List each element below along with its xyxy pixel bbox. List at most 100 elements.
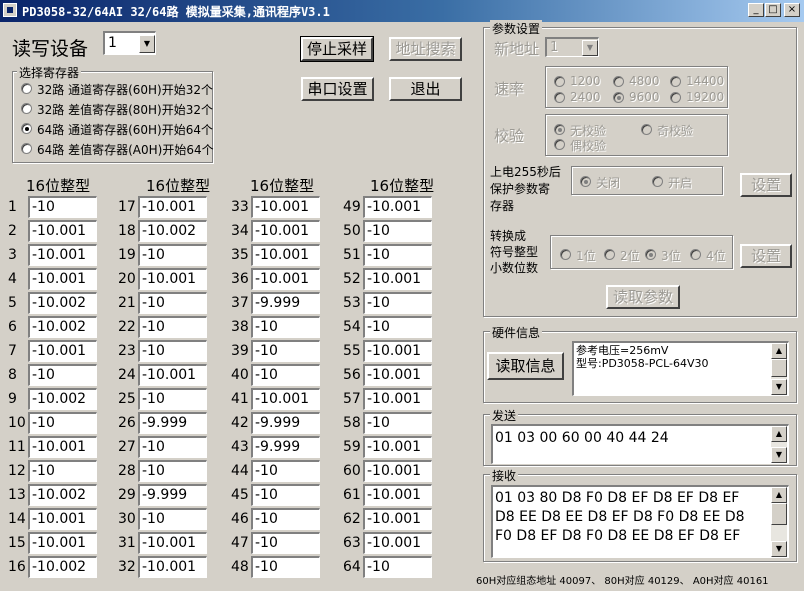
channel-value[interactable]: -9.999 bbox=[251, 412, 320, 434]
channel-value[interactable]: -10 bbox=[363, 244, 432, 266]
decimal-option-label[interactable]: 2位 bbox=[620, 247, 640, 264]
decimal-radio[interactable] bbox=[560, 249, 571, 260]
channel-value[interactable]: -10.001 bbox=[363, 364, 432, 386]
decimal-radio[interactable] bbox=[690, 249, 701, 260]
baud-option-label[interactable]: 14400 bbox=[686, 74, 724, 88]
channel-value[interactable]: -10.002 bbox=[28, 484, 97, 506]
channel-value[interactable]: -9.999 bbox=[251, 292, 320, 314]
channel-value[interactable]: -10 bbox=[28, 364, 97, 386]
register-radio[interactable] bbox=[21, 83, 32, 94]
channel-value[interactable]: -10.001 bbox=[251, 244, 320, 266]
receive-scrollbar[interactable]: ▲ ▼ bbox=[771, 487, 787, 557]
channel-value[interactable]: -9.999 bbox=[138, 412, 207, 434]
address-search-button[interactable]: 地址搜索 bbox=[389, 37, 462, 61]
channel-value[interactable]: -10.002 bbox=[138, 220, 207, 242]
new-address-select[interactable]: 1 ▼ bbox=[545, 37, 599, 57]
channel-value[interactable]: -10.001 bbox=[251, 220, 320, 242]
channel-value[interactable]: -10.002 bbox=[28, 388, 97, 410]
channel-value[interactable]: -10 bbox=[363, 412, 432, 434]
channel-value[interactable]: -10.001 bbox=[28, 220, 97, 242]
channel-value[interactable]: -10 bbox=[251, 460, 320, 482]
scroll-thumb[interactable] bbox=[771, 359, 787, 377]
channel-value[interactable]: -10 bbox=[138, 508, 207, 530]
check-option-label[interactable]: 偶校验 bbox=[570, 137, 606, 154]
channel-value[interactable]: -10 bbox=[251, 364, 320, 386]
channel-value[interactable]: -10 bbox=[363, 556, 432, 578]
baud-option-label[interactable]: 4800 bbox=[629, 74, 660, 88]
baud-option-label[interactable]: 1200 bbox=[570, 74, 601, 88]
protect-radio[interactable] bbox=[580, 176, 591, 187]
check-radio[interactable] bbox=[554, 124, 565, 135]
channel-value[interactable]: -10 bbox=[251, 484, 320, 506]
channel-value[interactable]: -10 bbox=[138, 388, 207, 410]
channel-value[interactable]: -10.001 bbox=[363, 484, 432, 506]
exit-button[interactable]: 退出 bbox=[389, 77, 462, 101]
baud-radio[interactable] bbox=[613, 92, 624, 103]
channel-value[interactable]: -10 bbox=[138, 340, 207, 362]
baud-radio[interactable] bbox=[670, 92, 681, 103]
app-icon[interactable] bbox=[3, 3, 17, 17]
decimal-set-button[interactable]: 设置 bbox=[740, 244, 792, 268]
chevron-down-icon[interactable]: ▼ bbox=[139, 35, 155, 53]
receive-box[interactable]: 01 03 80 D8 F0 D8 EF D8 EF D8 EF D8 EE D… bbox=[491, 485, 789, 558]
channel-value[interactable]: -10.001 bbox=[363, 340, 432, 362]
channel-value[interactable]: -10 bbox=[28, 412, 97, 434]
channel-value[interactable]: -10.002 bbox=[28, 556, 97, 578]
channel-value[interactable]: -10 bbox=[138, 244, 207, 266]
read-params-button[interactable]: 读取参数 bbox=[606, 285, 680, 309]
send-box[interactable]: 01 03 00 60 00 40 44 24 ▲ ▼ bbox=[491, 424, 789, 464]
channel-value[interactable]: -10 bbox=[251, 340, 320, 362]
protect-option-label[interactable]: 开启 bbox=[668, 174, 692, 191]
close-button[interactable]: × bbox=[784, 3, 800, 17]
baud-radio[interactable] bbox=[613, 76, 624, 87]
serial-settings-button[interactable]: 串口设置 bbox=[301, 77, 374, 101]
channel-value[interactable]: -10 bbox=[138, 436, 207, 458]
channel-value[interactable]: -9.999 bbox=[251, 436, 320, 458]
scroll-thumb[interactable] bbox=[771, 503, 787, 525]
channel-value[interactable]: -10.001 bbox=[363, 532, 432, 554]
register-option-label[interactable]: 64路 通道寄存器(60H)开始64个 bbox=[37, 121, 213, 138]
channel-value[interactable]: -10.001 bbox=[251, 388, 320, 410]
channel-value[interactable]: -10.001 bbox=[363, 508, 432, 530]
decimal-option-label[interactable]: 4位 bbox=[706, 247, 726, 264]
register-option-label[interactable]: 32路 通道寄存器(60H)开始32个 bbox=[37, 81, 213, 98]
check-radio[interactable] bbox=[554, 139, 565, 150]
channel-value[interactable]: -10.001 bbox=[363, 436, 432, 458]
channel-value[interactable]: -10 bbox=[251, 556, 320, 578]
baud-option-label[interactable]: 19200 bbox=[686, 90, 724, 104]
maximize-button[interactable]: □ bbox=[765, 3, 781, 17]
register-radio[interactable] bbox=[21, 103, 32, 114]
channel-value[interactable]: -10.001 bbox=[251, 196, 320, 218]
channel-value[interactable]: -10 bbox=[138, 460, 207, 482]
decimal-option-label[interactable]: 1位 bbox=[576, 247, 596, 264]
scroll-down-icon[interactable]: ▼ bbox=[771, 447, 787, 463]
channel-value[interactable]: -10.001 bbox=[28, 508, 97, 530]
channel-value[interactable]: -10 bbox=[363, 220, 432, 242]
scroll-up-icon[interactable]: ▲ bbox=[771, 487, 787, 503]
baud-option-label[interactable]: 2400 bbox=[570, 90, 601, 104]
channel-value[interactable]: -10.001 bbox=[138, 532, 207, 554]
channel-value[interactable]: -10.001 bbox=[363, 460, 432, 482]
protect-option-label[interactable]: 关闭 bbox=[596, 174, 620, 191]
channel-value[interactable]: -10.001 bbox=[138, 364, 207, 386]
send-scrollbar[interactable]: ▲ ▼ bbox=[771, 426, 787, 463]
baud-radio[interactable] bbox=[554, 76, 565, 87]
channel-value[interactable]: -10.001 bbox=[28, 244, 97, 266]
decimal-option-label[interactable]: 3位 bbox=[661, 247, 681, 264]
decimal-radio[interactable] bbox=[604, 249, 615, 260]
channel-value[interactable]: -10 bbox=[363, 292, 432, 314]
channel-value[interactable]: -9.999 bbox=[138, 484, 207, 506]
baud-option-label[interactable]: 9600 bbox=[629, 90, 660, 104]
device-select[interactable]: 1 ▼ bbox=[103, 31, 156, 55]
channel-value[interactable]: -10 bbox=[251, 316, 320, 338]
scroll-up-icon[interactable]: ▲ bbox=[771, 343, 787, 359]
scroll-down-icon[interactable]: ▼ bbox=[771, 541, 787, 557]
channel-value[interactable]: -10.001 bbox=[363, 196, 432, 218]
channel-value[interactable]: -10.001 bbox=[363, 388, 432, 410]
register-radio[interactable] bbox=[21, 123, 32, 134]
scroll-down-icon[interactable]: ▼ bbox=[771, 379, 787, 395]
decimal-radio[interactable] bbox=[645, 249, 656, 260]
hardware-info-box[interactable]: 参考电压=256mV 型号:PD3058-PCL-64V30 ▲ ▼ bbox=[572, 341, 789, 396]
channel-value[interactable]: -10 bbox=[363, 316, 432, 338]
check-radio[interactable] bbox=[641, 124, 652, 135]
